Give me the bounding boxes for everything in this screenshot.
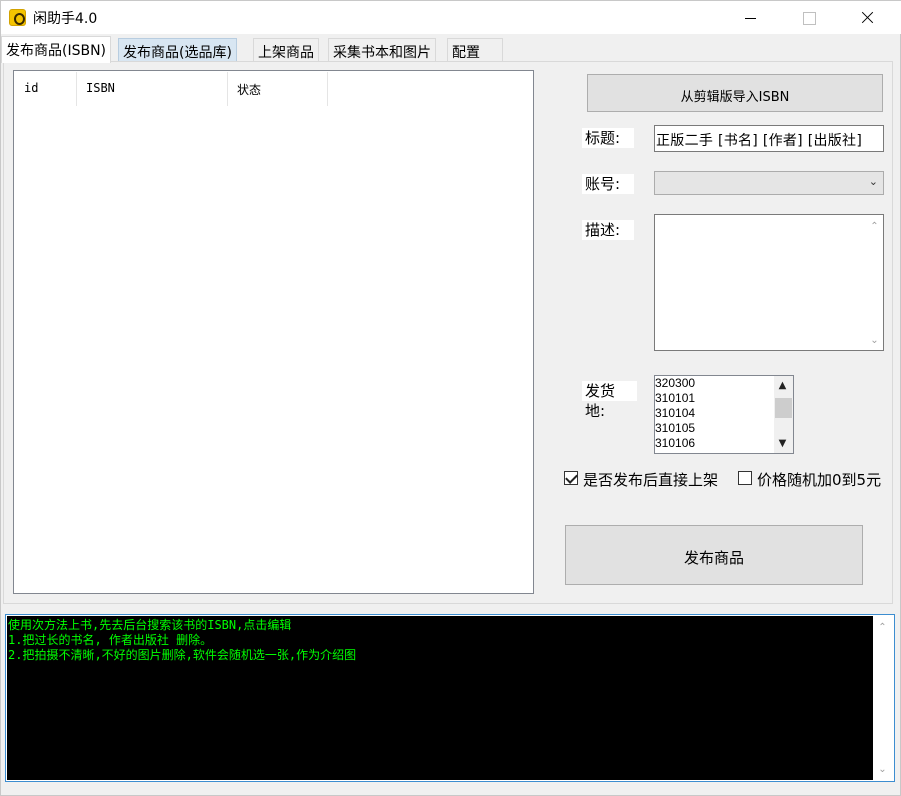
tab-list-products[interactable]: 上架商品	[253, 38, 319, 62]
console-scrollbar[interactable]: ⌃ ⌄	[874, 615, 894, 781]
ship-from-label: 发货地:	[582, 381, 637, 420]
column-header-id[interactable]: id	[15, 72, 77, 106]
description-scrollbar[interactable]: ⌃ ⌄	[866, 215, 883, 350]
ship-list-scrollbar[interactable]: ▲ ▼	[774, 376, 793, 453]
title-input[interactable]: 正版二手 [书名] [作者] [出版社]	[654, 125, 884, 152]
title-bar: 闲助手4.0	[1, 1, 901, 34]
app-window: 闲助手4.0 发布商品(ISBN) 发布商品(选品库) 上架商品 采集书本和图片…	[0, 0, 901, 796]
scroll-up-icon[interactable]: ▲	[774, 377, 791, 394]
account-label: 账号:	[582, 174, 634, 194]
console-line: 1.把过长的书名, 作者出版社 删除。	[8, 633, 213, 647]
column-header-isbn[interactable]: ISBN	[77, 72, 228, 106]
scroll-thumb[interactable]	[775, 398, 792, 418]
scroll-down-icon[interactable]: ⌄	[874, 761, 891, 778]
title-label: 标题:	[582, 128, 634, 148]
random-price-label[interactable]: 价格随机加0到5元	[757, 469, 881, 490]
publish-button[interactable]: 发布商品	[565, 525, 863, 585]
scroll-up-icon[interactable]: ⌃	[874, 619, 891, 636]
random-price-checkbox[interactable]	[738, 471, 752, 485]
tab-publish-library[interactable]: 发布商品(选品库)	[118, 38, 237, 62]
tab-strip: 发布商品(ISBN) 发布商品(选品库) 上架商品 采集书本和图片 配置	[1, 36, 901, 63]
maximize-icon[interactable]	[786, 1, 832, 34]
description-label: 描述:	[582, 220, 634, 240]
log-console[interactable]: 使用次方法上书,先去后台搜索该书的ISBN,点击编辑 1.把过长的书名, 作者出…	[5, 614, 895, 782]
console-line: 2.把拍摄不清晰,不好的图片删除,软件会随机选一张,作为介绍图	[8, 648, 357, 662]
scroll-down-icon[interactable]: ⌄	[866, 332, 883, 349]
chevron-down-icon[interactable]: ⌄	[869, 175, 878, 188]
tab-collect-books[interactable]: 采集书本和图片	[328, 38, 436, 62]
console-line: 使用次方法上书,先去后台搜索该书的ISBN,点击编辑	[8, 618, 292, 632]
auto-list-checkbox[interactable]	[564, 471, 578, 485]
tab-settings[interactable]: 配置	[447, 38, 503, 62]
app-logo-icon	[9, 9, 26, 26]
ship-from-listbox[interactable]: 320300 310101 310104 310105 310106 ▲ ▼	[654, 375, 794, 454]
column-header-status[interactable]: 状态	[228, 72, 328, 106]
list-item[interactable]: 310104	[655, 406, 793, 421]
console-output: 使用次方法上书,先去后台搜索该书的ISBN,点击编辑 1.把过长的书名, 作者出…	[7, 616, 873, 780]
account-select[interactable]: ⌄	[654, 171, 884, 195]
close-icon[interactable]	[844, 1, 890, 34]
list-item[interactable]: 310105	[655, 421, 793, 436]
list-item[interactable]: 310106	[655, 436, 793, 451]
isbn-list-view[interactable]: id ISBN 状态	[13, 70, 534, 594]
window-title: 闲助手4.0	[33, 11, 98, 27]
minimize-icon[interactable]	[728, 1, 774, 34]
description-textarea[interactable]: ⌃ ⌄	[654, 214, 884, 351]
list-item[interactable]: 310101	[655, 391, 793, 406]
import-isbn-button[interactable]: 从剪辑版导入ISBN	[587, 74, 883, 112]
tab-publish-isbn[interactable]: 发布商品(ISBN)	[1, 36, 112, 63]
scroll-up-icon[interactable]: ⌃	[866, 218, 883, 235]
scroll-down-icon[interactable]: ▼	[774, 435, 791, 452]
auto-list-label[interactable]: 是否发布后直接上架	[583, 469, 718, 490]
list-header: id ISBN 状态	[15, 72, 341, 106]
list-item[interactable]: 320300	[655, 376, 793, 391]
